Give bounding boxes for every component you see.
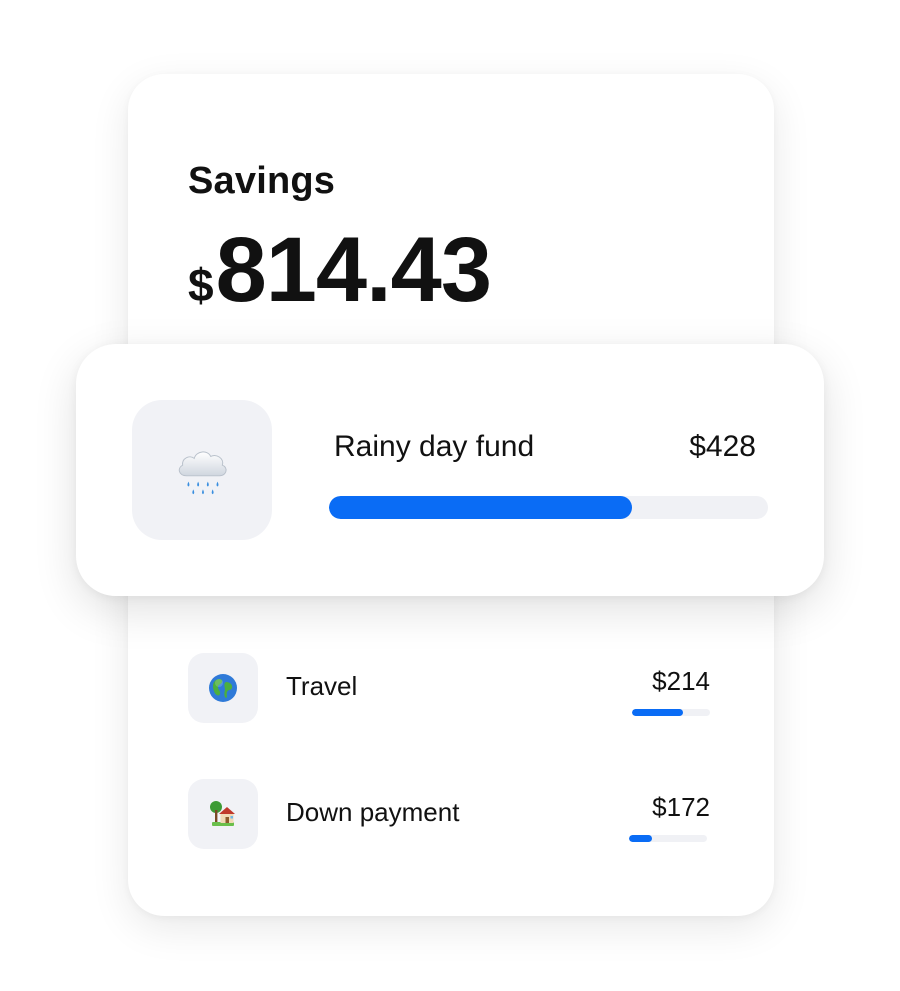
goal-progress-track [632, 709, 710, 716]
featured-progress-track [329, 496, 768, 519]
featured-goal-card[interactable]: Rainy day fund $428 [76, 344, 824, 596]
goal-progress-fill [632, 709, 684, 716]
currency-symbol: $ [188, 259, 214, 311]
goal-tile [188, 653, 258, 723]
savings-balance: $ 814.43 [188, 219, 492, 321]
savings-title: Savings [188, 160, 336, 202]
goal-progress-track [629, 835, 707, 842]
balance-amount: 814.43 [215, 219, 492, 321]
goal-tile [188, 779, 258, 849]
house-icon [210, 801, 235, 826]
goal-name: Travel [286, 671, 358, 701]
goal-row-travel[interactable]: Travel $214 [188, 653, 716, 723]
goal-row-down-payment[interactable]: Down payment $172 [188, 779, 716, 849]
featured-goal-name: Rainy day fund [334, 430, 535, 463]
featured-goal-tile [132, 400, 272, 540]
goal-value: $172 [652, 792, 710, 822]
featured-goal-value: $428 [689, 430, 756, 463]
goal-progress-fill [629, 835, 653, 842]
featured-progress-fill [329, 496, 632, 519]
goal-name: Down payment [286, 797, 460, 827]
rain-cloud-icon [178, 451, 227, 495]
savings-widget: Savings $ 814.43 Travel $214 Down paymen… [0, 0, 900, 991]
goal-value: $214 [652, 666, 710, 696]
globe-icon [209, 674, 237, 702]
